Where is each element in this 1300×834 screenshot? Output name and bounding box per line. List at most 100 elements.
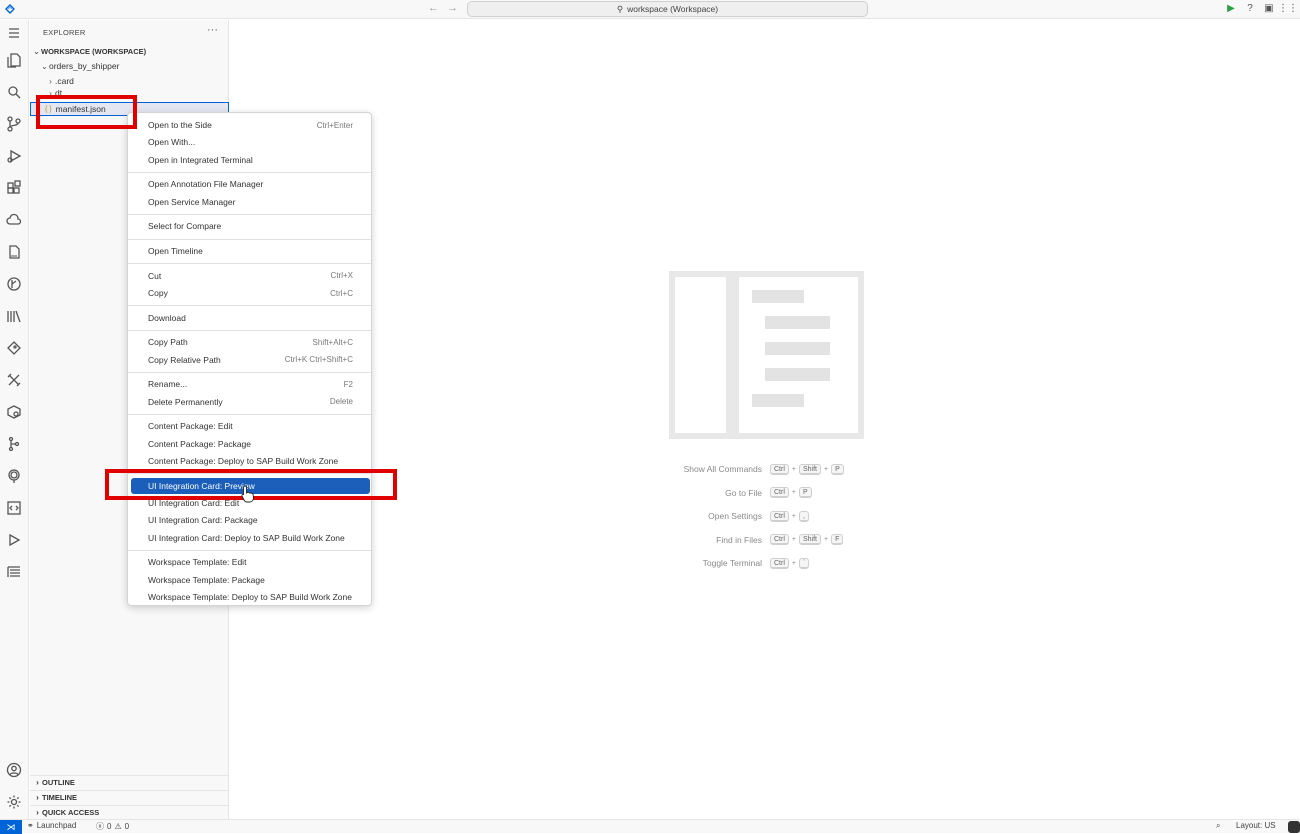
settings-cube-icon[interactable] — [6, 404, 22, 420]
status-bar: ⋊ ⚭ Launchpad ⓧ 0 ⚠ 0 ⌕ Layout: US — [0, 819, 1300, 834]
apps-grid-icon[interactable]: ⋮⋮ — [1278, 2, 1298, 14]
menu-item-label: Copy Path — [148, 337, 188, 348]
menu-item[interactable]: Select for Compare — [131, 218, 370, 234]
folder-card[interactable]: › .card — [30, 74, 229, 88]
keycap: Ctrl — [770, 510, 789, 522]
section-timeline[interactable]: › TIMELINE — [30, 790, 229, 804]
folder-label: .card — [55, 76, 74, 86]
menu-separator — [128, 550, 371, 552]
menu-item[interactable]: Open Timeline — [131, 243, 370, 259]
menu-item-label: Open Service Manager — [148, 196, 236, 207]
keycap: Ctrl — [770, 463, 789, 475]
menu-item-label: Cut — [148, 270, 162, 281]
menu-item[interactable]: Open to the Side Ctrl+Enter — [131, 117, 370, 133]
menu-item[interactable]: Workspace Template: Deploy to SAP Build … — [131, 589, 370, 605]
menu-item[interactable]: Download — [131, 310, 370, 326]
library-icon[interactable] — [6, 308, 22, 324]
menu-item[interactable]: Open With... — [131, 134, 370, 150]
cloud-icon[interactable] — [6, 212, 22, 228]
chevron-right-icon: › — [49, 76, 52, 86]
menu-item[interactable]: Open Annotation File Manager — [131, 176, 370, 192]
keycap: P — [831, 463, 844, 475]
layout-item[interactable]: Layout: US — [1236, 821, 1276, 830]
menu-item[interactable]: Copy Relative Path Ctrl+K Ctrl+Shift+C — [131, 352, 370, 368]
key-separator: + — [791, 489, 796, 496]
menu-item-label: UI Integration Card: Deploy to SAP Build… — [148, 532, 345, 543]
menu-item-label: Copy Relative Path — [148, 354, 221, 365]
shortcut-hint: Open Settings Ctrl +, — [640, 508, 940, 524]
menu-icon[interactable] — [6, 25, 22, 41]
menu-separator — [128, 330, 371, 331]
keycap: , — [798, 510, 809, 522]
command-center-search[interactable]: ⚲ workspace (Workspace) — [467, 1, 868, 17]
menu-item[interactable]: Rename... F2 — [131, 376, 370, 392]
location-icon[interactable] — [6, 468, 22, 484]
account-icon[interactable] — [6, 762, 22, 778]
menu-item[interactable]: Cut Ctrl+X — [131, 268, 370, 284]
menu-item-shortcut: Delete — [329, 397, 353, 407]
launchpad-item[interactable]: ⚭ Launchpad — [27, 821, 76, 830]
launchpad-label: Launchpad — [36, 821, 77, 830]
menu-item[interactable]: Copy Path Shift+Alt+C — [131, 334, 370, 350]
menu-item[interactable]: Workspace Template: Edit — [131, 554, 370, 570]
layout-icon[interactable]: ▣ — [1263, 2, 1275, 14]
menu-item[interactable]: Content Package: Package — [131, 436, 370, 452]
more-actions-icon[interactable]: ··· — [207, 24, 218, 36]
notifications-icon[interactable] — [1288, 821, 1300, 833]
gem-icon[interactable] — [6, 340, 22, 356]
app-logo-icon — [5, 4, 15, 14]
workspace-root[interactable]: ⌄ WORKSPACE (WORKSPACE) — [30, 44, 229, 58]
code-icon[interactable] — [6, 500, 22, 516]
keycap: F — [831, 534, 844, 545]
hand-cursor-icon — [241, 485, 254, 503]
warning-count: 0 — [124, 822, 130, 831]
log-icon[interactable] — [6, 244, 22, 260]
section-label: QUICK ACCESS — [42, 808, 100, 817]
menu-item[interactable]: Copy Ctrl+C — [131, 285, 370, 301]
run-icon[interactable]: ▶ — [1225, 2, 1237, 14]
shortcut-hint: Go to File Ctrl + P — [640, 485, 940, 501]
search-icon: ⚲ — [616, 3, 624, 14]
menu-item[interactable]: Open in Integrated Terminal — [131, 152, 370, 168]
explorer-icon[interactable] — [6, 52, 22, 68]
run-debug-icon[interactable] — [6, 148, 22, 164]
chevron-right-icon: › — [36, 793, 39, 802]
keycap: Shift — [798, 463, 821, 475]
feedback-icon[interactable]: ⌕ — [1216, 821, 1220, 831]
section-outline[interactable]: › OUTLINE — [30, 775, 229, 789]
tools-icon[interactable] — [6, 372, 22, 388]
menu-item-label: Delete Permanently — [148, 396, 223, 407]
menu-item[interactable]: Content Package: Deploy to SAP Build Wor… — [131, 453, 370, 469]
arrow-left-icon[interactable]: ← — [428, 2, 439, 14]
menu-separator — [128, 414, 371, 415]
git-graph-icon[interactable] — [6, 276, 22, 292]
extensions-icon[interactable] — [6, 180, 22, 196]
remote-indicator-icon[interactable]: ⋊ — [0, 820, 22, 834]
shortcut-keys: Ctrl +, — [770, 510, 809, 522]
menu-item-shortcut: Ctrl+X — [330, 271, 353, 281]
section-quick-access[interactable]: › QUICK ACCESS — [30, 805, 229, 819]
problems-item[interactable]: ⓧ 0 ⚠ 0 — [96, 821, 129, 832]
folder-orders-by-shipper[interactable]: ⌄ orders_by_shipper — [30, 59, 229, 73]
menu-item[interactable]: Workspace Template: Package — [131, 572, 370, 588]
branch-icon[interactable] — [6, 436, 22, 452]
source-control-icon[interactable] — [6, 116, 22, 132]
list-icon[interactable] — [6, 564, 22, 580]
gear-icon[interactable] — [6, 794, 22, 810]
search-icon[interactable] — [6, 84, 22, 100]
chevron-right-icon: › — [36, 808, 39, 817]
menu-item[interactable]: Content Package: Edit — [131, 418, 370, 434]
shortcut-hint: Find in Files Ctrl + Shift + F — [640, 532, 940, 548]
help-icon[interactable]: ? — [1244, 2, 1256, 14]
menu-item[interactable]: UI Integration Card: Package — [131, 512, 370, 528]
shortcut-keys: Ctrl + ` — [770, 557, 810, 569]
menu-item[interactable]: Delete Permanently Delete — [131, 394, 370, 410]
folder-label: orders_by_shipper — [49, 61, 120, 71]
annotation-box-file — [36, 95, 137, 129]
menu-item-shortcut: F2 — [343, 379, 353, 389]
play-icon[interactable] — [6, 532, 22, 548]
menu-item[interactable]: Open Service Manager — [131, 194, 370, 210]
menu-item[interactable]: UI Integration Card: Deploy to SAP Build… — [131, 530, 370, 546]
chevron-down-icon: ⌄ — [41, 61, 48, 71]
arrow-right-icon[interactable]: → — [447, 2, 458, 14]
